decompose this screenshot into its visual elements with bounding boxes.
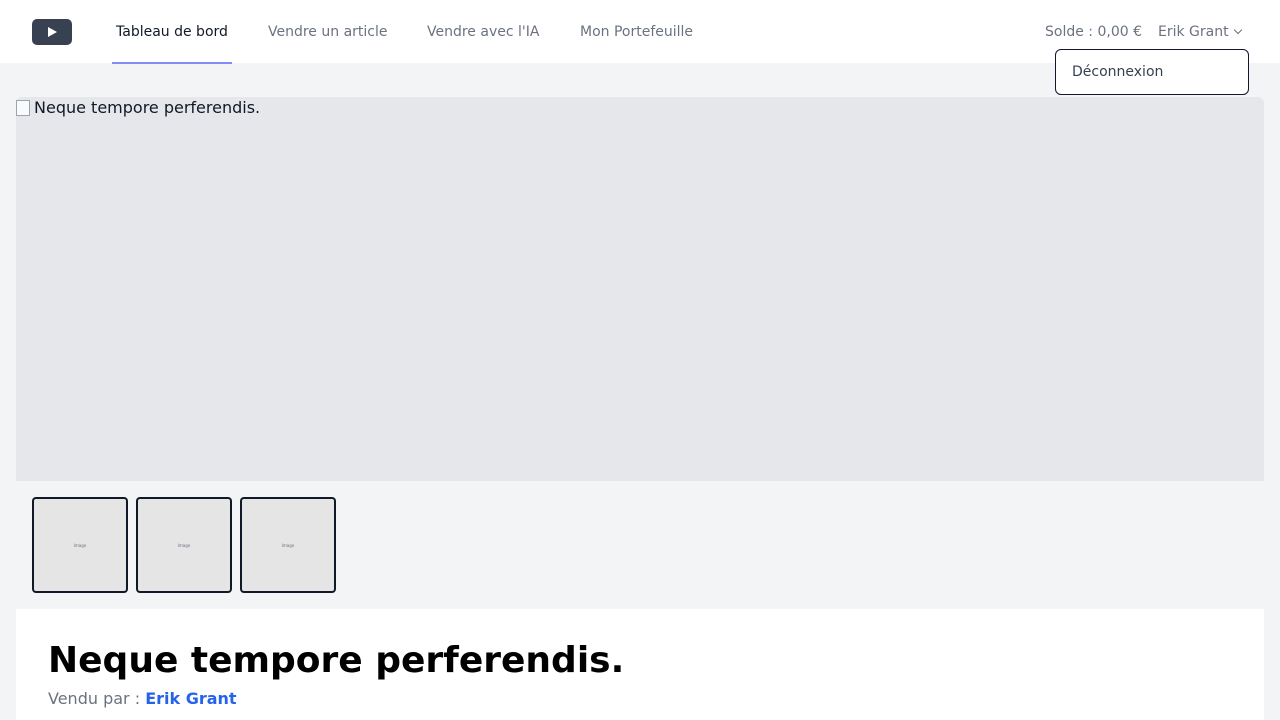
image-alt-text: Neque tempore perferendis. (16, 97, 260, 119)
thumbnail-label: Image (281, 542, 295, 548)
play-icon[interactable] (32, 19, 72, 45)
thumbnail-strip: Image Image Image (16, 481, 1264, 609)
nav-tab-sell-item[interactable]: Vendre un article (264, 0, 392, 64)
user-dropdown-menu: Déconnexion (1055, 49, 1249, 95)
logout-menu-item[interactable]: Déconnexion (1072, 50, 1163, 96)
user-name: Erik Grant (1158, 24, 1229, 40)
seller-link[interactable]: Erik Grant (145, 689, 236, 708)
thumbnail-label: Image (73, 542, 87, 548)
image-alt-label: Neque tempore perferendis. (34, 98, 261, 117)
product-details: Neque tempore perferendis. Vendu par : E… (16, 609, 1264, 720)
nav-tab-dashboard[interactable]: Tableau de bord (112, 0, 232, 64)
nav-tab-wallet[interactable]: Mon Portefeuille (576, 0, 697, 64)
chevron-down-icon (1233, 25, 1242, 35)
thumbnail-label: Image (177, 542, 191, 548)
thumbnail[interactable]: Image (240, 497, 336, 593)
product-title: Neque tempore perferendis. (48, 640, 625, 681)
seller-line: Vendu par : Erik Grant (48, 689, 237, 708)
thumbnail[interactable]: Image (32, 497, 128, 593)
broken-image-icon (16, 100, 30, 116)
nav-tab-sell-with-ai[interactable]: Vendre avec l'IA (423, 0, 543, 64)
product-main-image: Neque tempore perferendis. (16, 97, 1264, 481)
thumbnail[interactable]: Image (136, 497, 232, 593)
sold-by-label: Vendu par : (48, 689, 141, 708)
